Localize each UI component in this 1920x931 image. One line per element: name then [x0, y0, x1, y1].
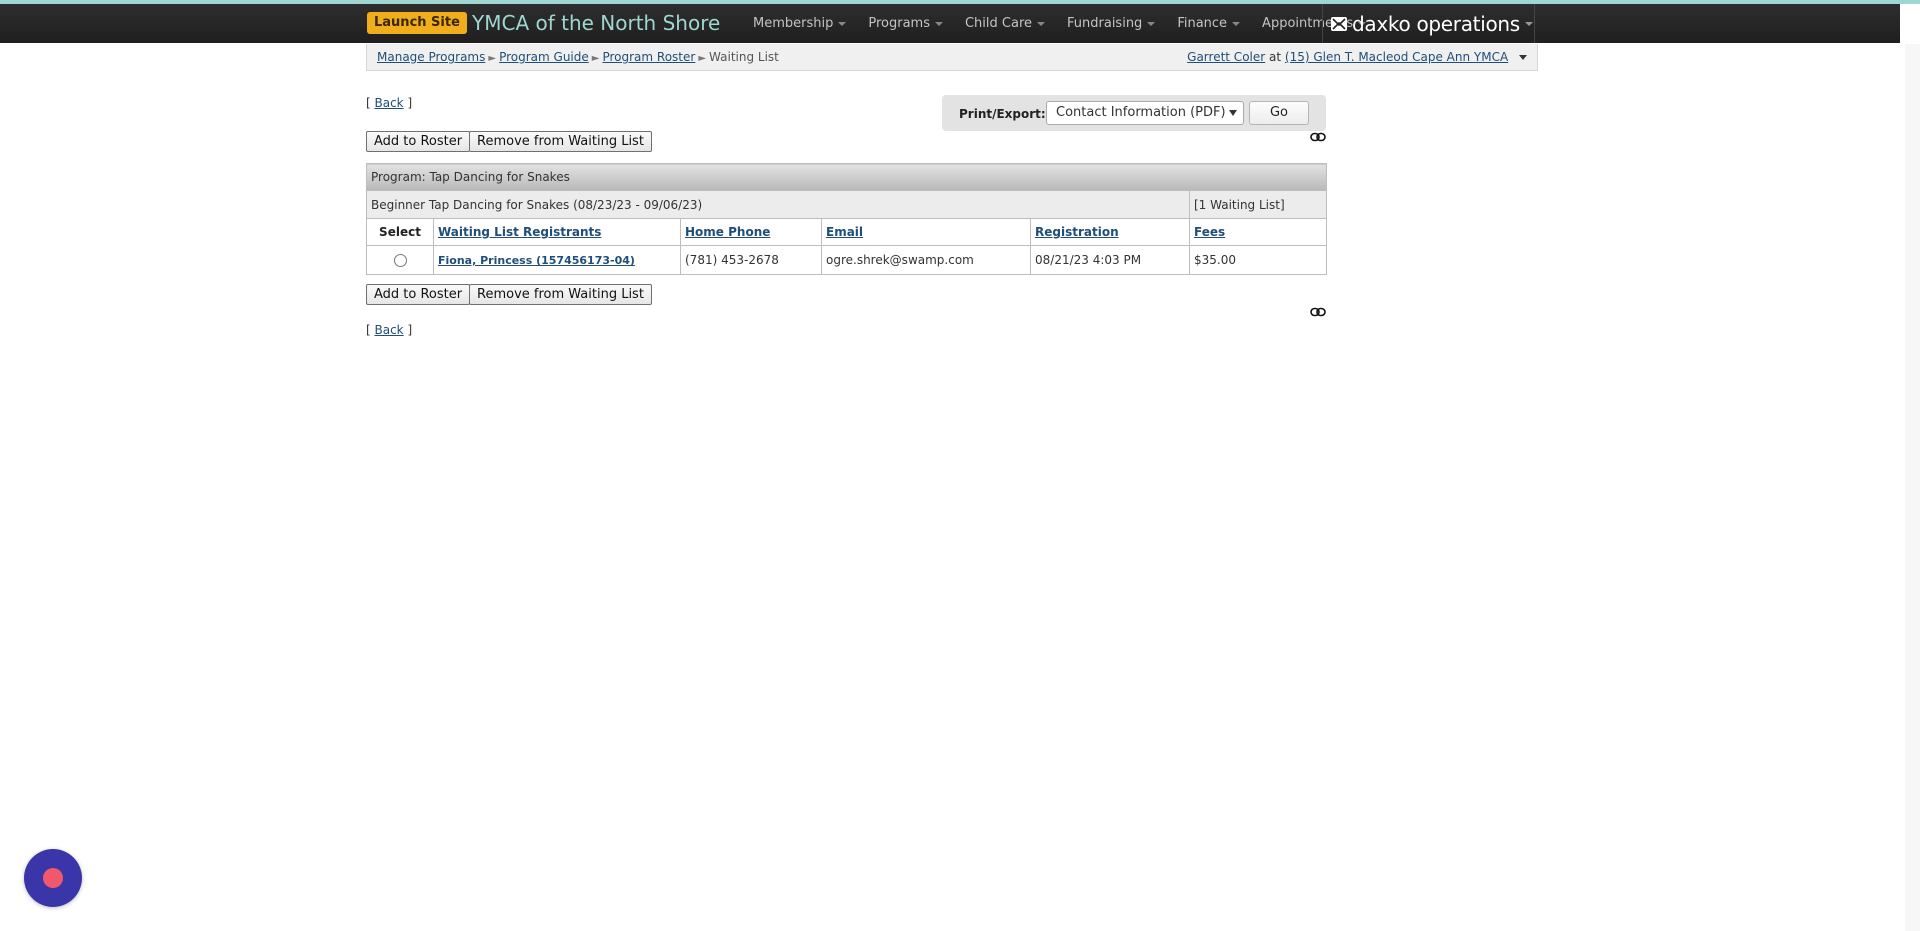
print-export-panel: Print/Export: Contact Information (PDF) … [942, 95, 1326, 131]
print-export-label: Print/Export: [959, 107, 1046, 121]
add-to-roster-button-bottom[interactable]: Add to Roster [366, 284, 471, 305]
email-cell: ogre.shrek@swamp.com [821, 245, 1031, 275]
location-dropdown-icon[interactable] [1519, 55, 1527, 60]
registrant-cell: Fiona, Princess (157456173-04) [433, 245, 681, 275]
fees-cell: $35.00 [1189, 245, 1327, 275]
breadcrumb-program-roster[interactable]: Program Roster [602, 50, 695, 64]
registrant-link[interactable]: Fiona, Princess (157456173-04) [438, 254, 635, 267]
export-format-select[interactable]: Contact Information (PDF) [1046, 101, 1244, 125]
main-nav: Membership Programs Child Care Fundraisi… [742, 4, 1377, 43]
launch-site-button[interactable]: Launch Site [367, 12, 467, 34]
breadcrumb-current: Waiting List [709, 50, 779, 64]
chevron-down-icon [1147, 21, 1156, 26]
nav-fundraising[interactable]: Fundraising [1056, 4, 1166, 43]
link-icon[interactable] [1310, 307, 1326, 317]
sort-fees-link[interactable]: Fees [1194, 225, 1225, 239]
sort-registration-link[interactable]: Registration [1035, 225, 1119, 239]
session-row: Beginner Tap Dancing for Snakes (08/23/2… [366, 190, 1327, 219]
column-email[interactable]: Email [821, 218, 1031, 246]
scrollbar[interactable] [1905, 44, 1920, 931]
brand-label: daxko operations [1352, 11, 1520, 36]
go-button[interactable]: Go [1249, 101, 1309, 125]
session-title: Beginner Tap Dancing for Snakes (08/23/2… [366, 190, 1190, 219]
nav-finance[interactable]: Finance [1166, 4, 1251, 43]
chat-indicator-dot [43, 868, 63, 888]
sort-home-phone-link[interactable]: Home Phone [685, 225, 770, 239]
column-fees[interactable]: Fees [1189, 218, 1327, 246]
remove-from-waiting-list-button[interactable]: Remove from Waiting List [469, 131, 652, 152]
chevron-down-icon [1037, 21, 1046, 26]
add-to-roster-button[interactable]: Add to Roster [366, 131, 471, 152]
nav-divider [1322, 4, 1323, 43]
program-header-row: Program: Tap Dancing for Snakes [366, 163, 1327, 191]
nav-child-care[interactable]: Child Care [954, 4, 1056, 43]
nav-label: Finance [1177, 16, 1228, 31]
sort-email-link[interactable]: Email [826, 225, 863, 239]
envelope-icon [1331, 16, 1347, 31]
nav-divider [1534, 4, 1535, 43]
export-format-value: Contact Information (PDF) [1056, 105, 1226, 120]
at-label: at [1269, 50, 1282, 64]
table-header-row: Select Waiting List Registrants Home Pho… [366, 218, 1327, 246]
column-select: Select [366, 218, 434, 246]
table-row: Fiona, Princess (157456173-04) (781) 453… [366, 245, 1327, 275]
nav-label: Programs [868, 16, 930, 31]
nav-programs[interactable]: Programs [857, 4, 954, 43]
chevron-down-icon [1232, 21, 1241, 26]
column-registration[interactable]: Registration [1030, 218, 1190, 246]
breadcrumb-separator: ► [591, 53, 600, 64]
chevron-down-icon [838, 21, 847, 26]
breadcrumb: Manage Programs ► Program Guide ► Program Ro… [377, 50, 779, 64]
nav-label: Fundraising [1067, 16, 1143, 31]
breadcrumb-separator: ► [698, 53, 707, 64]
daxko-operations-menu[interactable]: daxko operations [1330, 4, 1533, 43]
select-radio[interactable] [393, 254, 407, 267]
back-link[interactable]: Back [375, 323, 404, 337]
column-home-phone[interactable]: Home Phone [680, 218, 822, 246]
organization-name[interactable]: YMCA of the North Shore [472, 11, 720, 35]
chevron-down-icon [934, 21, 943, 26]
breadcrumb-bar: Manage Programs ► Program Guide ► Program Ro… [366, 44, 1538, 71]
chevron-down-icon [1229, 110, 1237, 116]
column-registrants[interactable]: Waiting List Registrants [433, 218, 681, 246]
user-name-link[interactable]: Garrett Coler [1187, 50, 1265, 64]
remove-from-waiting-list-button-bottom[interactable]: Remove from Waiting List [469, 284, 652, 305]
user-location-info: Garrett Coler at (15) Glen T. Macleod Ca… [1187, 50, 1527, 64]
chat-icon[interactable] [24, 849, 82, 907]
location-link[interactable]: (15) Glen T. Macleod Cape Ann YMCA [1285, 50, 1508, 64]
back-link-bottom: [ Back ] [366, 323, 413, 337]
breadcrumb-program-guide[interactable]: Program Guide [499, 50, 589, 64]
waiting-list-table: Program: Tap Dancing for Snakes Beginner… [366, 163, 1327, 275]
registration-cell: 08/21/23 4:03 PM [1030, 245, 1190, 275]
breadcrumb-manage-programs[interactable]: Manage Programs [377, 50, 485, 64]
back-link-top: [ Back ] [366, 96, 413, 110]
link-icon[interactable] [1310, 132, 1326, 142]
sort-registrants-link[interactable]: Waiting List Registrants [438, 225, 601, 239]
nav-label: Child Care [964, 16, 1033, 31]
breadcrumb-separator: ► [488, 53, 497, 64]
nav-label: Membership [753, 16, 834, 31]
select-cell [366, 245, 434, 275]
nav-membership[interactable]: Membership [742, 4, 857, 43]
back-link[interactable]: Back [375, 96, 404, 110]
waiting-list-count: [1 Waiting List] [1189, 190, 1327, 219]
program-title: Program: Tap Dancing for Snakes [366, 163, 1327, 191]
home-phone-cell: (781) 453-2678 [680, 245, 822, 275]
chevron-down-icon [1524, 21, 1533, 26]
top-navigation-bar: Launch Site YMCA of the North Shore Memb… [0, 4, 1900, 43]
